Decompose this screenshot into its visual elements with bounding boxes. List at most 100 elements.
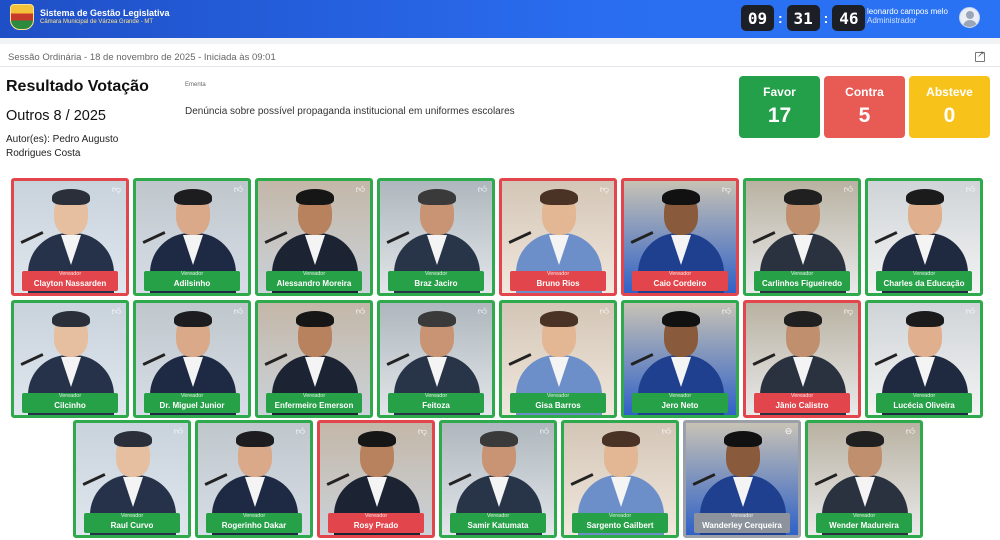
tally-favor-label: Favor: [763, 85, 796, 99]
thumbs-up-icon: 👍︎: [477, 184, 488, 194]
councilor-nameplate: Vereador Clayton Nassarden: [22, 271, 118, 291]
councilor-role: Vereador: [180, 393, 204, 399]
councilor-nameplate: Vereador Samir Katumata: [450, 513, 546, 533]
councilor-nameplate: Vereador Jero Neto: [632, 393, 728, 413]
councilor-card[interactable]: 👍︎ Vereador Samir Katumata: [439, 420, 557, 538]
councilor-name: Rogerinho Dakar: [221, 521, 287, 530]
councilor-nameplate: Vereador Wanderley Cerqueira: [694, 513, 790, 533]
thumbs-up-icon: 👍︎: [355, 184, 366, 194]
tally-abstencao: Absteve 0: [909, 76, 990, 138]
councilor-card[interactable]: 👎︎ Vereador Clayton Nassarden: [11, 178, 129, 296]
councilor-nameplate: Vereador Cilcinho: [22, 393, 118, 413]
councilor-role: Vereador: [608, 513, 632, 519]
councilor-nameplate: Vereador Feitoza: [388, 393, 484, 413]
councilor-nameplate: Vereador Raul Curvo: [84, 513, 180, 533]
councilor-name: Lucécia Oliveira: [893, 401, 955, 410]
councilor-card[interactable]: ⊖ Vereador Wanderley Cerqueira: [683, 420, 801, 538]
councilor-name: Raul Curvo: [110, 521, 154, 530]
councilor-name: Alessandro Moreira: [276, 279, 352, 288]
thumbs-up-icon: 👍︎: [173, 426, 184, 436]
thumbs-up-icon: 👍︎: [355, 306, 366, 316]
user-avatar-icon[interactable]: [959, 7, 980, 28]
councilor-card[interactable]: 👍︎ Vereador Sargento Gailbert: [561, 420, 679, 538]
councilor-nameplate: Vereador Rosy Prado: [328, 513, 424, 533]
councilor-card[interactable]: 👎︎ Vereador Bruno Rios: [499, 178, 617, 296]
councilor-role: Vereador: [546, 393, 570, 399]
councilor-nameplate: Vereador Alessandro Moreira: [266, 271, 362, 291]
thumbs-up-icon: 👍︎: [965, 306, 976, 316]
city-crest-logo: [10, 4, 34, 30]
councilor-card[interactable]: 👎︎ Vereador Jânio Calistro: [743, 300, 861, 418]
brand[interactable]: Sistema de Gestão Legislativa Câmara Mun…: [10, 4, 170, 30]
tally-contra-value: 5: [858, 104, 871, 127]
councilor-name: Adilsinho: [173, 279, 211, 288]
councilor-role: Vereador: [424, 271, 448, 277]
councilor-name: Samir Katumata: [467, 521, 529, 530]
councilor-name: Clayton Nassarden: [33, 279, 107, 288]
councilor-card[interactable]: 👍︎ Vereador Wender Madureira: [805, 420, 923, 538]
councilor-nameplate: Vereador Lucécia Oliveira: [876, 393, 972, 413]
councilor-nameplate: Vereador Rogerinho Dakar: [206, 513, 302, 533]
councilor-nameplate: Vereador Carlinhos Figueiredo: [754, 271, 850, 291]
councilor-nameplate: Vereador Wender Madureira: [816, 513, 912, 533]
councilor-name: Wender Madureira: [829, 521, 899, 530]
councilor-role: Vereador: [912, 271, 936, 277]
councilor-role: Vereador: [120, 513, 144, 519]
councilor-nameplate: Vereador Dr. Miguel Junior: [144, 393, 240, 413]
thumbs-down-icon: 👎︎: [417, 426, 428, 436]
thumbs-up-icon: 👍︎: [111, 306, 122, 316]
councilor-card[interactable]: 👍︎ Vereador Lucécia Oliveira: [865, 300, 983, 418]
councilor-role: Vereador: [730, 513, 754, 519]
councilor-card[interactable]: 👍︎ Vereador Raul Curvo: [73, 420, 191, 538]
councilor-role: Vereador: [486, 513, 510, 519]
councilor-card[interactable]: 👍︎ Vereador Adilsinho: [133, 178, 251, 296]
councilor-card[interactable]: 👍︎ Vereador Rogerinho Dakar: [195, 420, 313, 538]
user-role: Administrador: [867, 16, 917, 26]
councilor-name: Feitoza: [422, 401, 450, 410]
user-info[interactable]: leonardo campos melo Administrador: [867, 7, 948, 25]
councilor-card[interactable]: 👍︎ Vereador Dr. Miguel Junior: [133, 300, 251, 418]
thumbs-up-icon: 👍︎: [477, 306, 488, 316]
councilor-card[interactable]: 👍︎ Vereador Alessandro Moreira: [255, 178, 373, 296]
councilor-nameplate: Vereador Gisa Barros: [510, 393, 606, 413]
councilor-name: Charles da Educação: [883, 279, 965, 288]
councilor-card[interactable]: 👍︎ Vereador Charles da Educação: [865, 178, 983, 296]
councilor-card[interactable]: 👍︎ Vereador Jero Neto: [621, 300, 739, 418]
councilor-name: Enfermeiro Emerson: [274, 401, 354, 410]
councilor-role: Vereador: [302, 271, 326, 277]
councilor-role: Vereador: [58, 393, 82, 399]
thumbs-up-icon: 👍︎: [905, 426, 916, 436]
councilor-nameplate: Vereador Jânio Calistro: [754, 393, 850, 413]
councilor-card[interactable]: 👍︎ Vereador Cilcinho: [11, 300, 129, 418]
councilor-card[interactable]: 👍︎ Vereador Carlinhos Figueiredo: [743, 178, 861, 296]
thumbs-down-icon: 👎︎: [843, 306, 854, 316]
councilor-role: Vereador: [668, 271, 692, 277]
tally-abstencao-value: 0: [943, 104, 956, 127]
clock-seconds: 46: [832, 5, 866, 31]
councilor-card[interactable]: 👍︎ Vereador Gisa Barros: [499, 300, 617, 418]
session-clock: 09 : 31 : 46: [741, 5, 866, 31]
councilor-card[interactable]: 👎︎ Vereador Caio Cordeiro: [621, 178, 739, 296]
external-link-icon[interactable]: [975, 49, 985, 62]
councilor-name: Jero Neto: [661, 401, 699, 410]
councilor-card[interactable]: 👍︎ Vereador Braz Jaciro: [377, 178, 495, 296]
councilor-card[interactable]: 👎︎ Vereador Rosy Prado: [317, 420, 435, 538]
tally-contra: Contra 5: [824, 76, 905, 138]
councilor-card[interactable]: 👍︎ Vereador Feitoza: [377, 300, 495, 418]
thumbs-up-icon: 👍︎: [965, 184, 976, 194]
minus-circle-icon: ⊖: [784, 426, 793, 436]
councilor-role: Vereador: [242, 513, 266, 519]
councilor-role: Vereador: [546, 271, 570, 277]
councilor-card[interactable]: 👍︎ Vereador Enfermeiro Emerson: [255, 300, 373, 418]
tally-contra-label: Contra: [845, 85, 884, 99]
councilor-role: Vereador: [424, 393, 448, 399]
councilor-role: Vereador: [668, 393, 692, 399]
councilor-nameplate: Vereador Sargento Gailbert: [572, 513, 668, 533]
ementa-text: Denúncia sobre possível propaganda insti…: [185, 106, 515, 117]
councilor-nameplate: Vereador Braz Jaciro: [388, 271, 484, 291]
thumbs-up-icon: 👍︎: [295, 426, 306, 436]
result-title: Resultado Votação: [6, 78, 149, 95]
councilor-nameplate: Vereador Adilsinho: [144, 271, 240, 291]
app-title: Sistema de Gestão Legislativa: [40, 7, 170, 18]
councilor-role: Vereador: [790, 393, 814, 399]
